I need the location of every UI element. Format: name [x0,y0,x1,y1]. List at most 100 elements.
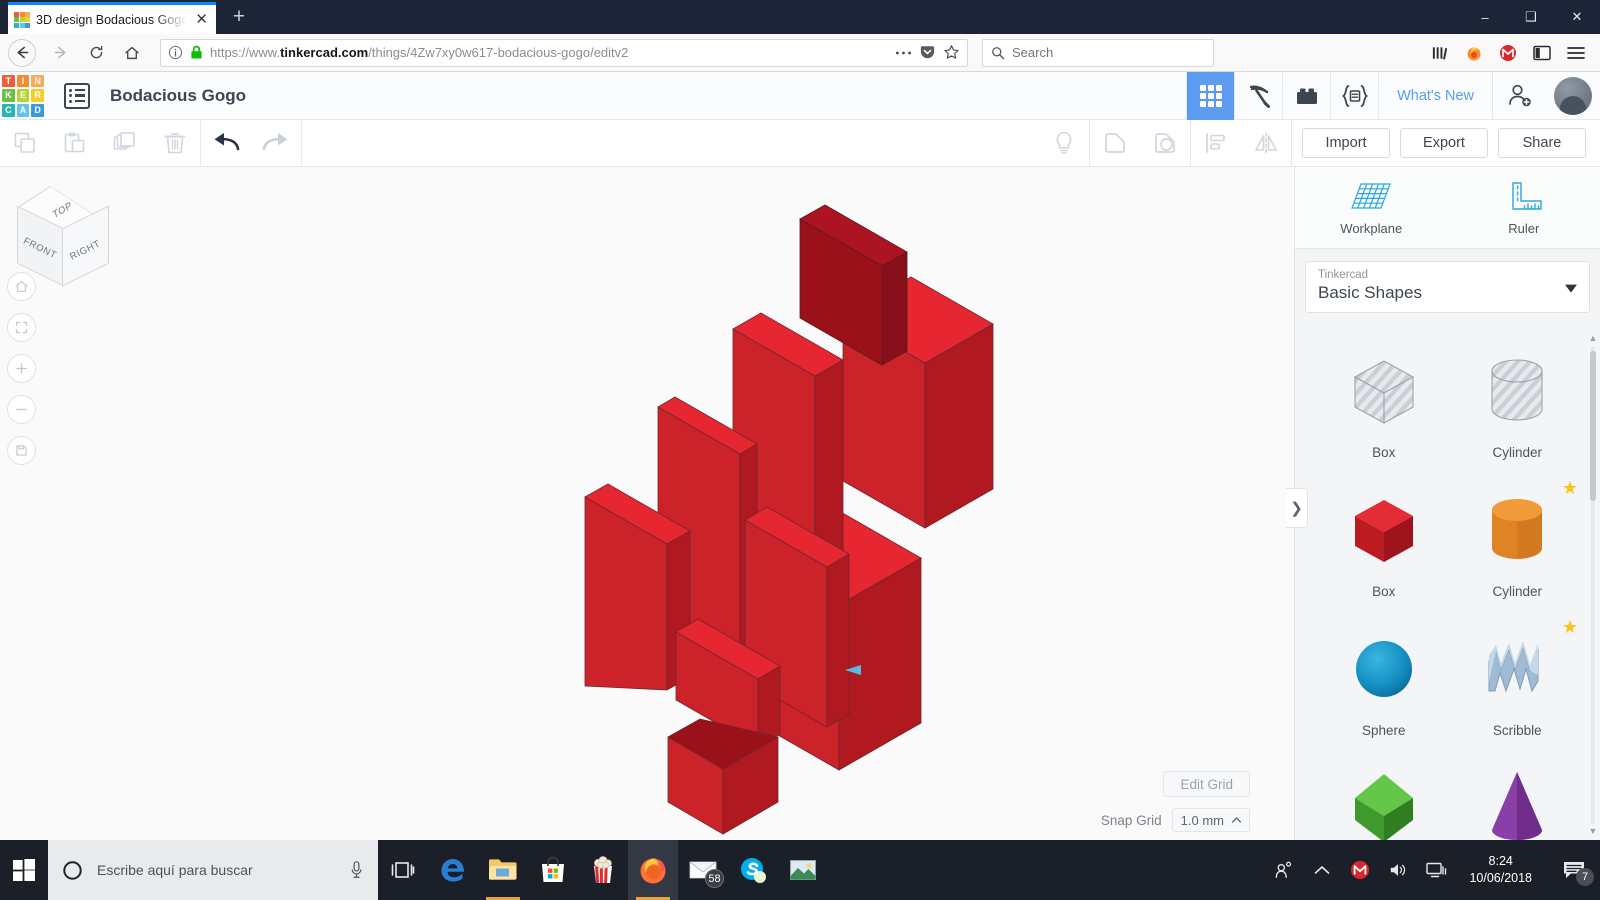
taskbar-app-edge[interactable] [428,840,478,900]
page-actions-icon[interactable] [895,50,912,56]
workplane-tool[interactable]: Workplane [1295,167,1448,248]
maximize-window-button[interactable]: ❑ [1508,0,1554,34]
copy-icon[interactable] [0,120,50,166]
start-button-icon[interactable] [0,840,48,900]
lego-brick-icon[interactable] [1282,71,1330,120]
ruler-icon [1512,182,1542,210]
shape-item-hole-box[interactable]: Box [1317,337,1451,476]
shape-library-select[interactable]: Tinkercad Basic Shapes [1305,261,1590,313]
paste-icon[interactable] [50,120,100,166]
action-center-button[interactable]: 7 [1548,840,1600,900]
taskbar-app-popcorn-time[interactable] [578,840,628,900]
shape-item-solid-cylinder[interactable]: ★ Cylinder [1451,476,1585,615]
close-tab-icon[interactable]: ✕ [193,12,210,27]
browser-search-bar[interactable] [982,38,1214,67]
shape-label: Cylinder [1492,584,1543,599]
sidebar-toggle-icon[interactable] [1526,38,1558,68]
browser-tab-title: 3D design Bodacious Gogo | Tin [36,12,188,27]
add-user-icon[interactable] [1492,71,1546,120]
taskbar-app-photos[interactable] [778,840,828,900]
collapse-panel-button[interactable]: ❯ [1286,488,1308,528]
browser-tab[interactable]: 3D design Bodacious Gogo | Tin ✕ [8,2,216,34]
page-info-icon[interactable] [168,45,183,60]
back-icon[interactable] [8,38,36,67]
3d-model[interactable] [0,167,1294,840]
toolbar-right: Import Export Share [1039,120,1600,167]
favorite-star-icon[interactable]: ★ [1562,478,1578,499]
clock-date: 10/06/2018 [1469,871,1532,885]
library-icon[interactable] [1424,38,1456,68]
export-button[interactable]: Export [1400,128,1488,158]
duplicate-icon[interactable] [100,120,150,166]
tinkercad-header: T I N K E R C A D Bodacious Gogo What's … [0,71,1600,120]
avatar[interactable] [1546,72,1600,120]
align-icon[interactable] [1191,120,1241,166]
taskbar-search[interactable]: Escribe aquí para buscar [48,840,378,900]
taskbar-app-file-explorer[interactable] [478,840,528,900]
undo-icon[interactable] [201,120,251,166]
pickaxe-icon[interactable] [1234,71,1282,120]
mega-icon[interactable] [1343,840,1377,900]
logo-letter: N [31,74,44,88]
shape-item-solid-box[interactable]: Box [1317,476,1451,615]
volume-icon[interactable] [1381,840,1415,900]
ungroup-icon[interactable] [1140,120,1190,166]
whats-new-link[interactable]: What's New [1378,71,1492,120]
snap-grid-label: Snap Grid [1100,812,1162,828]
reload-icon[interactable] [80,38,112,68]
shape-item-sphere[interactable]: Sphere [1317,615,1451,754]
light-bulb-icon[interactable] [1039,120,1089,166]
hole-box-icon [1353,360,1414,424]
codeblocks-icon[interactable] [1330,71,1378,120]
scroll-up-icon[interactable]: ▲ [1588,333,1598,345]
header-actions: What's New [1186,71,1600,120]
shape-item-scribble[interactable]: ★ Scribble [1451,615,1585,754]
ruler-tool[interactable]: Ruler [1448,167,1600,248]
solid-box-icon [1354,500,1413,562]
address-bar[interactable]: https://www.tinkercad.com/things/4Zw7xy0… [160,38,968,67]
taskbar-app-microsoft-store[interactable] [528,840,578,900]
redo-icon[interactable] [251,120,301,166]
taskbar-app-mail[interactable]: 58 [678,840,728,900]
scribble-icon [1488,641,1539,693]
new-tab-button[interactable]: + [226,6,252,30]
taskbar-app-skype[interactable] [728,840,778,900]
search-input[interactable] [1012,45,1205,60]
scrollbar-thumb[interactable] [1590,351,1596,501]
project-list-icon[interactable] [64,82,90,109]
shape-item-cone[interactable] [1451,754,1585,840]
scroll-down-icon[interactable]: ▼ [1588,826,1598,838]
taskbar-app-firefox[interactable] [628,840,678,900]
show-hidden-icons-chevron[interactable] [1305,840,1339,900]
pocket-icon[interactable] [919,44,936,61]
task-view-icon[interactable] [378,840,428,900]
forward-icon[interactable] [44,38,76,68]
minimize-window-button[interactable]: – [1462,0,1508,34]
mega-extension-icon[interactable] [1492,38,1524,68]
model-box [667,718,780,835]
snap-grid-select[interactable]: 1.0 mm [1171,808,1250,832]
tinkercad-logo-icon[interactable]: T I N K E R C A D [0,73,46,119]
shape-item-polyhedron[interactable] [1317,754,1451,840]
firefox-account-icon[interactable] [1458,38,1490,68]
group-icon[interactable] [1090,120,1140,166]
taskbar-clock[interactable]: 8:24 10/06/2018 [1457,853,1544,887]
home-icon[interactable] [116,38,148,68]
hole-cylinder-icon [1491,359,1543,421]
import-button[interactable]: Import [1302,128,1390,158]
shape-item-hole-cylinder[interactable]: Cylinder [1451,337,1585,476]
close-window-button[interactable]: ✕ [1554,0,1600,34]
favorite-star-icon[interactable]: ★ [1562,617,1578,638]
app-menu-icon[interactable] [1560,38,1592,68]
mirror-icon[interactable] [1241,120,1291,166]
bookmark-star-icon[interactable] [943,44,960,61]
panel-scrollbar[interactable]: ▲ ▼ [1588,333,1598,838]
grid-icon[interactable] [1186,71,1235,120]
people-icon[interactable] [1267,840,1301,900]
network-icon[interactable] [1419,840,1453,900]
edit-grid-button[interactable]: Edit Grid [1163,771,1250,797]
browser-nav-bar: https://www.tinkercad.com/things/4Zw7xy0… [0,34,1600,72]
delete-icon[interactable] [150,120,200,166]
share-button[interactable]: Share [1498,128,1586,158]
3d-canvas[interactable]: TOP FRONT RIGHT Edit Grid Snap Grid 1.0 … [0,167,1294,840]
